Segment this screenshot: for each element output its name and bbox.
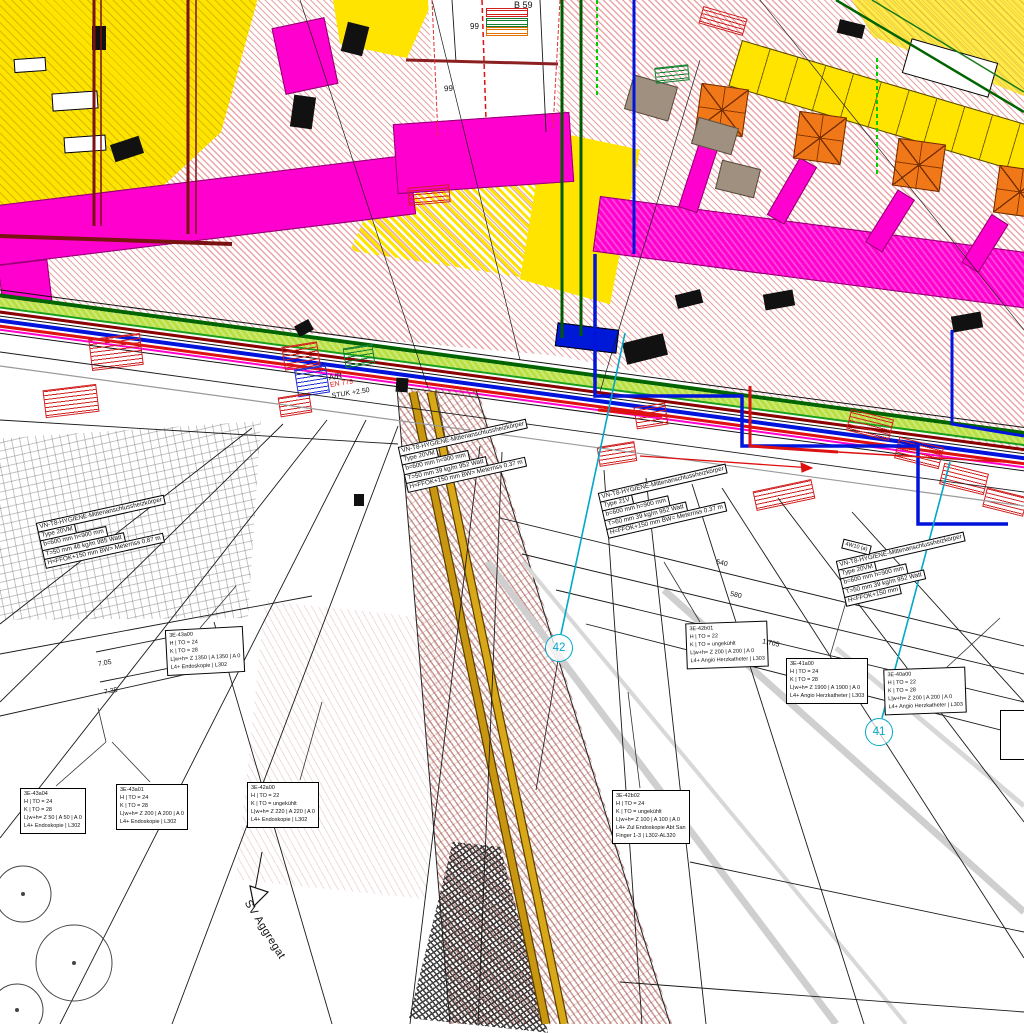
equipment-label-line: L|w+h= Z 100 | A 100 | A 0 — [616, 817, 686, 825]
equipment-label-box: 3E-43a04 H | TO = 24 K | TO = 28 L|w+h= … — [20, 788, 86, 834]
equipment-label-line: 3E-42b02 — [616, 793, 686, 801]
road-ref-label: B 59 — [514, 0, 533, 10]
equipment-label-line: L4+ Endoskopie | L302 — [120, 819, 184, 827]
balloon-number: 42 — [553, 642, 566, 654]
equipment-label-line: Finger 1-3 | L302-AL320 — [616, 833, 686, 841]
equipment-label-line: K | TO = 28 — [790, 677, 864, 685]
equipment-label-line: K | TO = 28 — [120, 803, 184, 811]
equipment-label-line: H | TO = 24 — [790, 669, 864, 677]
equipment-label-line: H | TO = 22 — [251, 793, 315, 801]
equipment-label-box: 3E-43a01 H | TO = 24 K | TO = 28 L|w+h= … — [116, 784, 188, 830]
equipment-label-line: 3E-43a01 — [120, 787, 184, 795]
equipment-label-line: K | TO = ungekühlt — [251, 801, 315, 809]
equipment-label-line: L4+ Zul Endoskopie Abt San — [616, 825, 686, 833]
equipment-label-box: 3E-40a00 H | TO = 22 K | TO = 28 L|w+h= … — [883, 667, 967, 716]
equipment-label-line: 3E-43a04 — [24, 791, 82, 799]
utility-line-red — [432, 0, 1005, 472]
equipment-label-line: L4+ Endoskopie | L302 — [24, 823, 82, 831]
detail-balloon-41: 41 — [865, 718, 893, 746]
heating-lines-darkred — [0, 0, 558, 244]
equipment-label-line: L4+ Angio Herzkatheter | L303 — [690, 656, 765, 667]
equipment-label-line: K | TO = 28 — [24, 807, 82, 815]
equipment-label-line: L|w+h= Z 220 | A 220 | A 0 — [251, 809, 315, 817]
equipment-label-line: L|w+h= Z 50 | A 50 | A 0 — [24, 815, 82, 823]
equipment-label-line: L4+ Endoskopie | L302 — [251, 817, 315, 825]
equipment-label-box: 3E-42b01 H | TO = 22 K | TO = ungekühlt … — [685, 621, 769, 670]
grid-number-label: 99 — [444, 84, 453, 93]
equipment-label-line: L|w+h= Z 1900 | A 1900 | A 0 — [790, 685, 864, 693]
equipment-label-line: K | TO = ungekühlt — [616, 809, 686, 817]
equipment-label-box: 3E-42b02 H | TO = 24 K | TO = ungekühlt … — [612, 790, 690, 844]
grid-number-label: 99 — [470, 22, 479, 31]
equipment-label-line: L4+ Angio Herzkatheter | L303 — [888, 702, 963, 713]
balloon-number: 41 — [873, 726, 886, 738]
gold-pipes — [413, 392, 564, 1024]
equipment-label-box: 3E-43a00 H | TO = 24 K | TO = 28 L|w+h= … — [165, 626, 245, 676]
equipment-label-box-clipped — [1000, 710, 1024, 760]
equipment-label-box: 3E-42a00 H | TO = 22 K | TO = ungekühlt … — [247, 782, 319, 828]
generator-flag — [250, 852, 268, 906]
trees — [0, 866, 112, 1024]
equipment-label-line: H | TO = 24 — [120, 795, 184, 803]
equipment-label-line: L|w+h= Z 200 | A 200 | A 0 — [120, 811, 184, 819]
equipment-label-line: 3E-41a00 — [790, 661, 864, 669]
equipment-label-line: L4+ Angio Herzkatheter | L303 — [790, 693, 864, 701]
equipment-label-line: H | TO = 24 — [616, 801, 686, 809]
detail-balloon-42: 42 — [545, 634, 573, 662]
equipment-label-box: 3E-41a00 H | TO = 24 K | TO = 28 L|w+h= … — [786, 658, 868, 704]
utility-line-blue — [595, 0, 1024, 524]
equipment-label-line: 3E-42a00 — [251, 785, 315, 793]
equipment-label-line: H | TO = 24 — [24, 799, 82, 807]
